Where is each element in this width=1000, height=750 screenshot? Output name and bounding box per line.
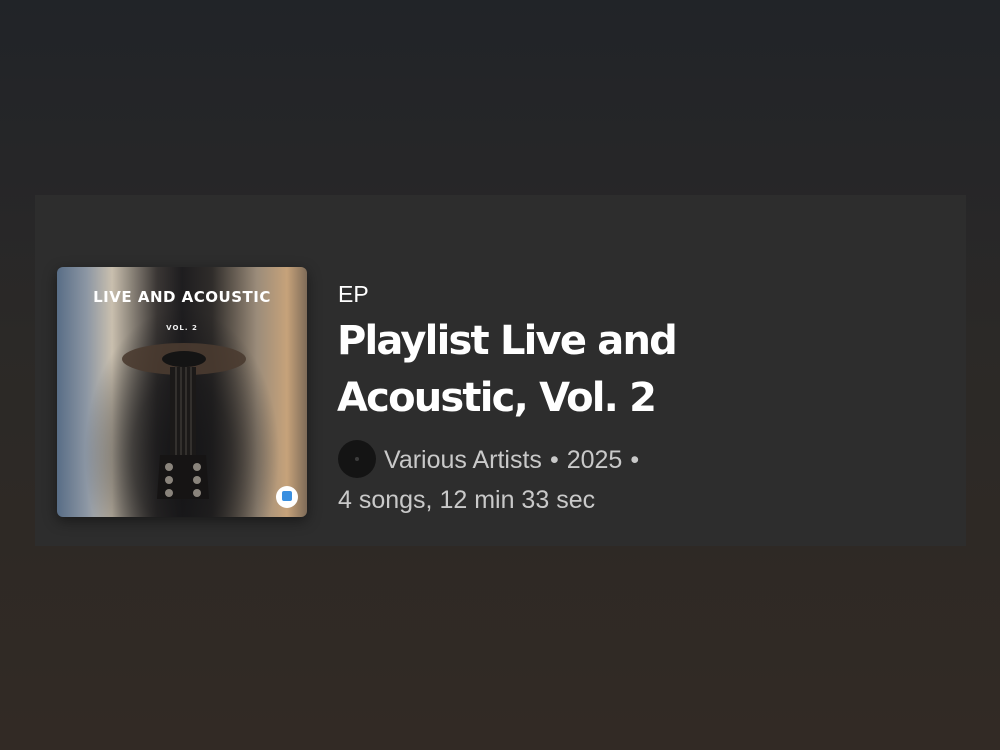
artist-link[interactable]: Various Artists [384, 446, 542, 474]
album-header-card: LIVE AND ACOUSTIC VOL. 2 EP Playlist Liv… [35, 195, 966, 546]
album-meta: Various Artists • 2025 • 4 songs, 12 min 33 … [338, 440, 718, 520]
album-cover[interactable]: LIVE AND ACOUSTIC VOL. 2 [57, 267, 307, 517]
album-summary: 4 songs, 12 min 33 sec [338, 486, 596, 515]
album-title: Playlist Live and Acoustic, Vol. 2 [337, 318, 678, 421]
meta-separator: • [549, 446, 559, 474]
avatar[interactable] [338, 440, 376, 479]
release-year: 2025 [566, 446, 623, 474]
meta-separator: • [630, 446, 640, 474]
album-type-label: EP [338, 281, 369, 307]
guitar-image [122, 343, 246, 499]
label-logo-icon [276, 486, 298, 508]
